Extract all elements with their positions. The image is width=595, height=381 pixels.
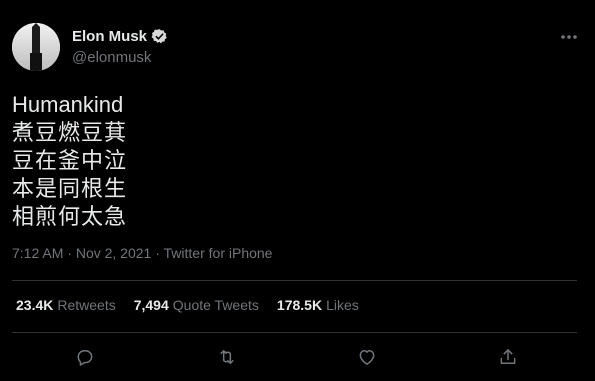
meta-separator: · (67, 245, 72, 261)
tweet-line: 本是同根生 (12, 176, 128, 201)
retweets-count: 23.4K (16, 297, 54, 313)
quote-tweets-stat[interactable]: 7,494 Quote Tweets (134, 297, 259, 313)
tweet-line: 豆在釜中泣 (12, 148, 128, 173)
tweet-stats: 23.4K Retweets 7,494 Quote Tweets 178.5K Li… (16, 297, 359, 313)
more-options-icon[interactable] (560, 28, 578, 46)
reply-icon[interactable] (72, 344, 98, 370)
author-handle[interactable]: @elonmusk (72, 49, 151, 66)
tweet-time[interactable]: 7:12 AM (12, 245, 63, 261)
tweet-line: 煮豆燃豆萁 (12, 120, 128, 145)
author-name-row[interactable]: Elon Musk (72, 28, 168, 45)
quote-tweets-count: 7,494 (133, 297, 169, 313)
divider (12, 332, 577, 333)
heart-icon[interactable] (354, 344, 380, 370)
likes-count: 178.5K (276, 297, 323, 313)
likes-stat[interactable]: 178.5K Likes (277, 297, 359, 313)
tweet-source[interactable]: Twitter for iPhone (164, 245, 273, 261)
avatar[interactable] (12, 23, 60, 71)
retweets-label: Retweets (57, 297, 116, 313)
tweet-meta: 7:12 AM · Nov 2, 2021 · Twitter for iPho… (12, 245, 272, 261)
tweet-line: Humankind (12, 92, 124, 117)
quote-tweets-label: Quote Tweets (172, 297, 259, 313)
action-bar (0, 344, 595, 370)
share-icon[interactable] (495, 344, 521, 370)
display-name[interactable]: Elon Musk (72, 28, 147, 45)
tweet-date[interactable]: Nov 2, 2021 (76, 245, 152, 261)
tweet-line: 相煎何太急 (12, 204, 128, 229)
tweet-card: Elon Musk @elonmusk Humankind 煮豆燃豆萁 豆在釜中… (0, 0, 595, 381)
retweet-icon[interactable] (214, 344, 240, 370)
divider (12, 280, 577, 281)
meta-separator: · (155, 245, 160, 261)
likes-label: Likes (326, 297, 359, 313)
retweets-stat[interactable]: 23.4K Retweets (16, 297, 116, 313)
tweet-text: Humankind 煮豆燃豆萁 豆在釜中泣 本是同根生 相煎何太急 (12, 91, 127, 231)
verified-badge-icon (151, 28, 168, 45)
